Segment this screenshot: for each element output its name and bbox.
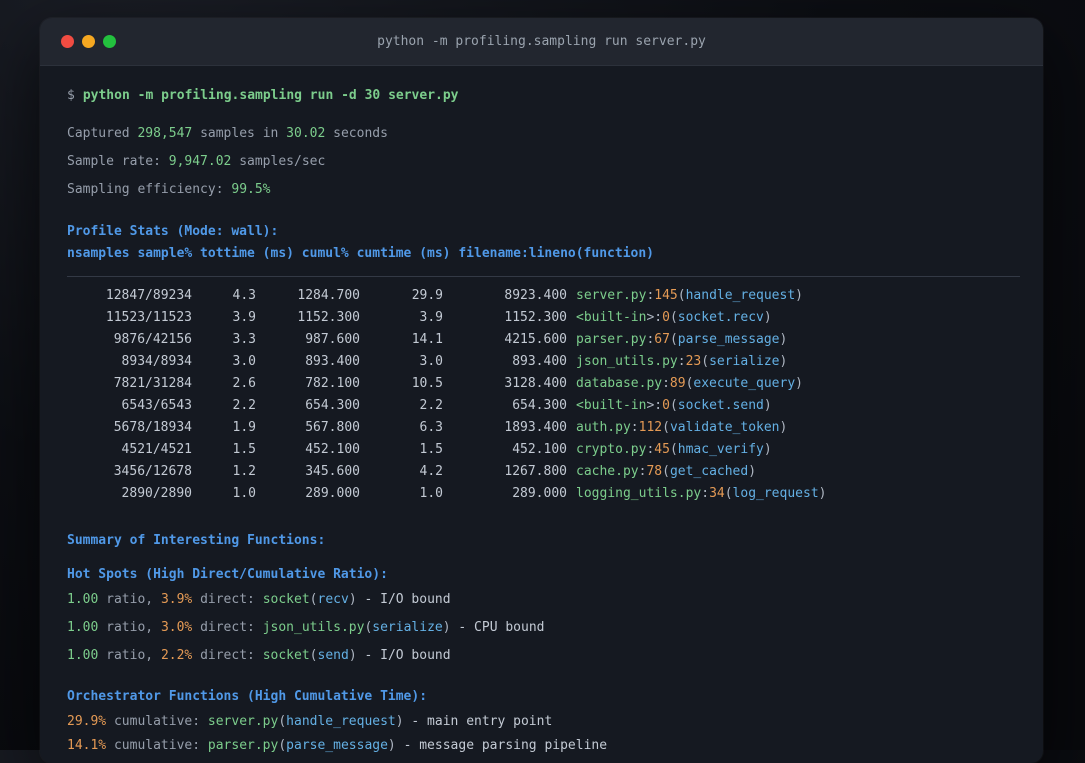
stats-row-location: <built-in>:0(socket.send): [576, 398, 772, 413]
efficiency-line: Sampling efficiency: 99.5%: [67, 180, 1019, 200]
captured-samples-value: 298,547: [137, 126, 193, 141]
orchestrator-heading: Orchestrator Functions (High Cumulative …: [67, 689, 428, 704]
stats-row: 11523/11523 3.9 1152.300 3.9 1152.300 <built-…: [67, 307, 1019, 329]
stats-row-location: logging_utils.py:34(log_request): [576, 486, 827, 501]
hot-spot-item: 1.00 ratio, 3.0% direct: json_utils.py(s…: [67, 620, 545, 635]
stats-row-location: json_utils.py:23(serialize): [576, 354, 788, 369]
maximize-button[interactable]: [103, 35, 116, 48]
stats-row-location: auth.py:112(validate_token): [576, 420, 788, 435]
command-text: python -m profiling.sampling run -d 30 s…: [82, 88, 459, 103]
stats-rows: 12847/89234 4.3 1284.700 29.9 8923.400 server…: [67, 285, 1019, 505]
stats-row-location: <built-in>:0(socket.recv): [576, 310, 772, 325]
stats-row: 6543/6543 2.2 654.300 2.2 654.300 <built-in>:…: [67, 395, 1019, 417]
window-title: python -m profiling.sampling run server.…: [377, 34, 706, 49]
window-titlebar[interactable]: python -m profiling.sampling run server.…: [40, 18, 1043, 66]
stats-row: 4521/4521 1.5 452.100 1.5 452.100 crypto.py:4…: [67, 439, 1019, 461]
efficiency-value: 99.5%: [231, 182, 271, 197]
traffic-lights: [61, 18, 116, 65]
terminal-body: $ python -m profiling.sampling run -d 30 …: [40, 66, 1043, 756]
close-button[interactable]: [61, 35, 74, 48]
stats-row: 3456/12678 1.2 345.600 4.2 1267.800 cache.py:…: [67, 461, 1019, 483]
shell-prompt: $: [67, 88, 75, 103]
captured-duration-value: 30.02: [286, 126, 326, 141]
minimize-button[interactable]: [82, 35, 95, 48]
orchestrator-item: 29.9% cumulative: server.py(handle_reque…: [67, 714, 553, 729]
hot-spots-list: 1.00 ratio, 3.9% direct: socket(recv) - …: [67, 590, 1019, 666]
stats-row-location: database.py:89(execute_query): [576, 376, 803, 391]
sample-rate-value: 9,947.02: [168, 154, 232, 169]
hot-spots-heading: Hot Spots (High Direct/Cumulative Ratio)…: [67, 567, 388, 582]
stats-columns-header: nsamples sample% tottime (ms) cumul% cum…: [67, 246, 654, 261]
sample-rate-label: Sample rate:: [67, 154, 169, 169]
stats-row-location: cache.py:78(get_cached): [576, 464, 757, 479]
stats-row: 7821/31284 2.6 782.100 10.5 3128.400 database…: [67, 373, 1019, 395]
table-divider: [67, 276, 1020, 277]
efficiency-label: Sampling efficiency:: [67, 182, 232, 197]
stats-row: 9876/42156 3.3 987.600 14.1 4215.600 parser.p…: [67, 329, 1019, 351]
stats-row: 5678/18934 1.9 567.800 6.3 1893.400 auth.py:1…: [67, 417, 1019, 439]
stats-row-location: parser.py:67(parse_message): [576, 332, 788, 347]
hot-spot-item: 1.00 ratio, 2.2% direct: socket(send) - …: [67, 648, 451, 663]
captured-suffix: seconds: [325, 126, 388, 141]
command-line: $ python -m profiling.sampling run -d 30 …: [67, 86, 1019, 106]
summary-heading: Summary of Interesting Functions:: [67, 533, 326, 548]
terminal-window: python -m profiling.sampling run server.…: [40, 18, 1043, 763]
stats-row-location: crypto.py:45(hmac_verify): [576, 442, 772, 457]
stats-row: 2890/2890 1.0 289.000 1.0 289.000 logging_uti…: [67, 483, 1019, 505]
sample-rate-line: Sample rate: 9,947.02 samples/sec: [67, 152, 1019, 172]
hot-spot-item: 1.00 ratio, 3.9% direct: socket(recv) - …: [67, 592, 451, 607]
stats-row: 12847/89234 4.3 1284.700 29.9 8923.400 server…: [67, 285, 1019, 307]
captured-label: Captured: [67, 126, 138, 141]
capture-summary-line: Captured 298,547 samples in 30.02 second…: [67, 124, 1019, 144]
orchestrator-list: 29.9% cumulative: server.py(handle_reque…: [67, 712, 1019, 756]
stats-row-location: server.py:145(handle_request): [576, 288, 803, 303]
sample-rate-unit: samples/sec: [231, 154, 326, 169]
orchestrator-item: 14.1% cumulative: parser.py(parse_messag…: [67, 738, 608, 753]
captured-infix: samples in: [192, 126, 287, 141]
stats-row: 8934/8934 3.0 893.400 3.0 893.400 json_utils.…: [67, 351, 1019, 373]
profile-stats-heading: Profile Stats (Mode: wall):: [67, 224, 279, 239]
